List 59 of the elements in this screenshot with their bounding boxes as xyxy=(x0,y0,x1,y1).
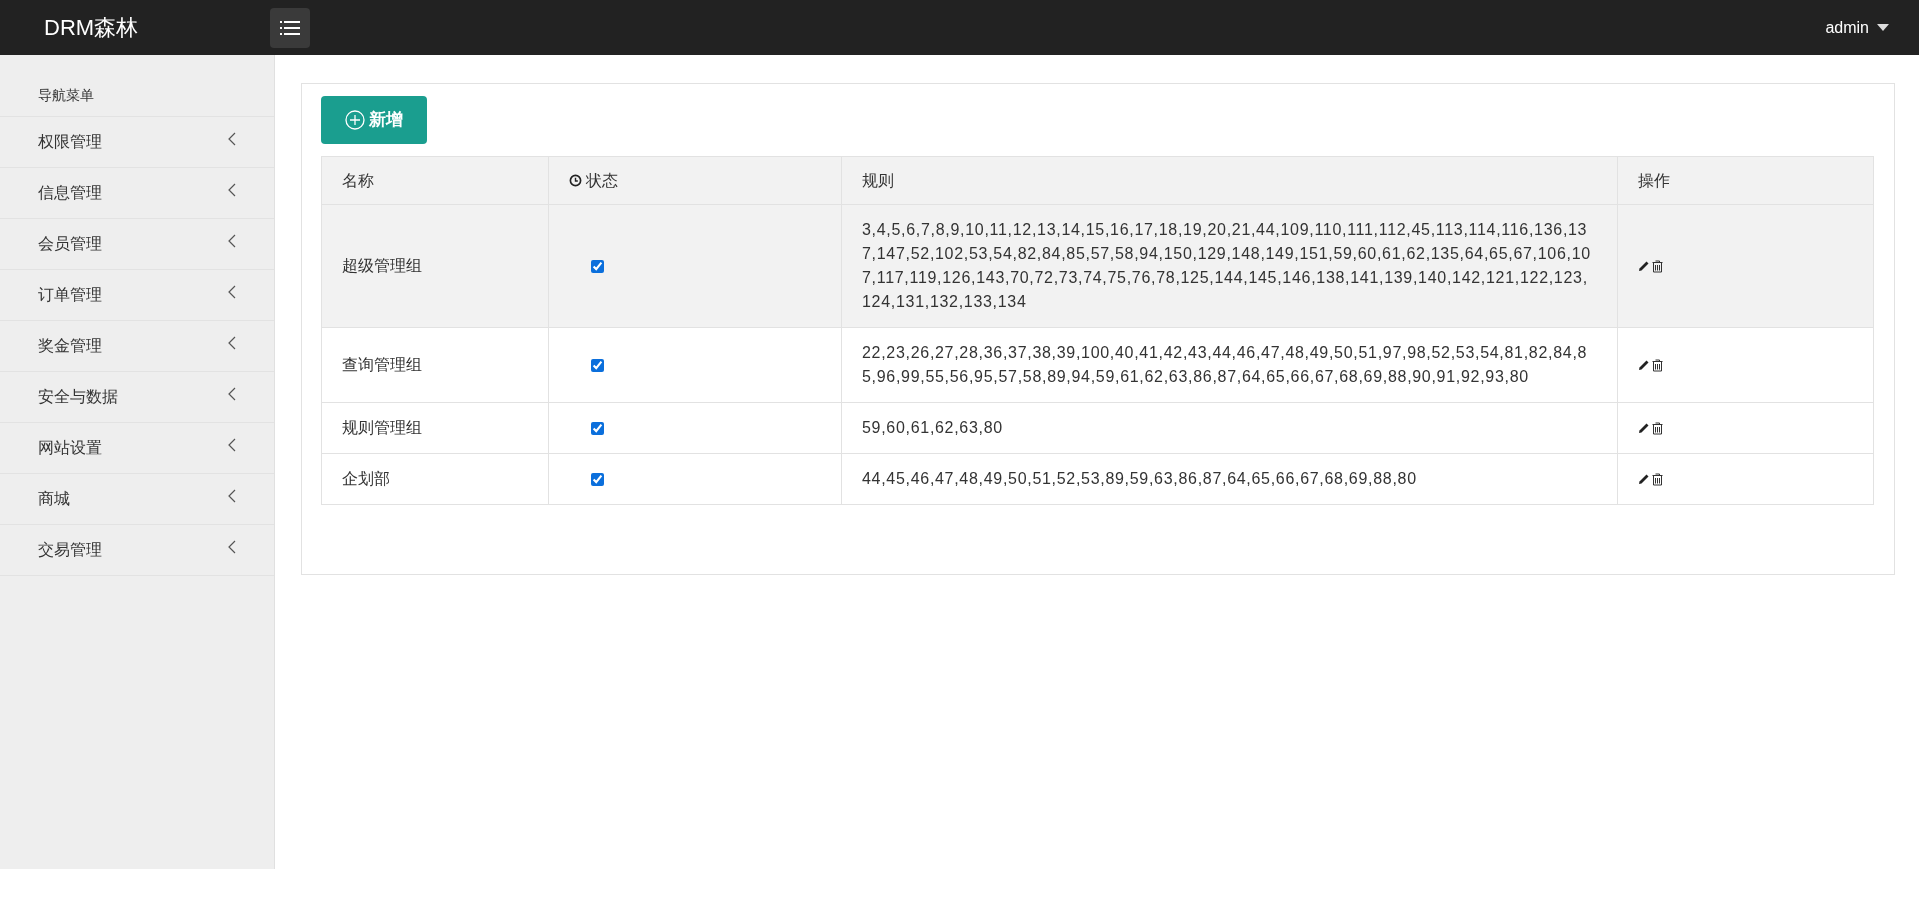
chevron-icon xyxy=(228,132,236,146)
column-header: 名称 xyxy=(321,156,549,205)
plus-circle-icon xyxy=(345,110,365,130)
sidebar-item[interactable]: 信息管理 xyxy=(0,168,274,219)
column-header: 操作 xyxy=(1617,156,1874,205)
sidebar-item-label: 安全与数据 xyxy=(38,387,118,407)
table-cell[interactable]: 超级管理组 xyxy=(321,204,549,328)
sidebar-item-label: 交易管理 xyxy=(38,540,102,560)
sidebar-item[interactable]: 奖金管理 xyxy=(0,321,274,372)
sidebar-title: 导航菜单 xyxy=(0,55,274,117)
pencil-icon[interactable] xyxy=(1638,260,1650,272)
sidebar-item-label: 网站设置 xyxy=(38,438,102,458)
sidebar-item-label: 订单管理 xyxy=(38,285,102,305)
caret-icon xyxy=(1877,24,1889,31)
pencil-icon[interactable] xyxy=(1638,473,1650,485)
chevron-icon xyxy=(228,183,236,197)
sidebar-item-label: 信息管理 xyxy=(38,183,102,203)
chevron-icon xyxy=(228,336,236,350)
clock-icon xyxy=(569,174,582,187)
sidebar-item-label: 奖金管理 xyxy=(38,336,102,356)
sidebar-item[interactable]: 安全与数据 xyxy=(0,372,274,423)
table-cell: 59,60,61,62,63,80 xyxy=(841,402,1618,454)
chevron-icon xyxy=(228,540,236,554)
chevron-icon xyxy=(228,489,236,503)
trash-icon[interactable] xyxy=(1652,259,1663,273)
user-menu[interactable]: admin xyxy=(1825,15,1889,40)
pencil-icon[interactable] xyxy=(1638,359,1650,371)
sidebar-item[interactable]: 订单管理 xyxy=(0,270,274,321)
table-cell[interactable]: 企划部 xyxy=(321,453,549,505)
sidebar-item[interactable]: 商城 xyxy=(0,474,274,525)
status-checkbox[interactable] xyxy=(591,260,604,274)
sidebar-item[interactable]: 会员管理 xyxy=(0,219,274,270)
column-header: 规则 xyxy=(841,156,1618,205)
chevron-icon xyxy=(228,285,236,299)
chevron-icon xyxy=(228,438,236,452)
pencil-icon[interactable] xyxy=(1638,422,1650,434)
sidebar-item[interactable]: 网站设置 xyxy=(0,423,274,474)
menu-icon xyxy=(280,20,300,35)
sidebar-item-label: 权限管理 xyxy=(38,132,102,152)
table-cell: 44,45,46,47,48,49,50,51,52,53,89,59,63,86,87,64,65,66,67,68,69,88,80 xyxy=(841,453,1618,505)
trash-icon[interactable] xyxy=(1652,358,1663,372)
trash-icon[interactable] xyxy=(1652,421,1663,435)
sidebar-item[interactable]: 交易管理 xyxy=(0,525,274,576)
status-checkbox[interactable] xyxy=(591,422,604,436)
table-cell: 3,4,5,6,7,8,9,10,11,12,13,14,15,16,17,18,19,20,21,44,109,110,111,112,45,113,114,116,136,137,147,52,102,53,54,82,84,85,57,58,94,150,129,148,149,151,59,60,61,62,135,64,65,67,106,107,117,119,126,143,70,72,73,74,75,76,78,125,144,145,146,138,141,139,140,142,121,122,123,124,131,132,133,134 xyxy=(841,204,1618,328)
table-cell: 22,23,26,27,28,36,37,38,39,100,40,41,42,43,44,46,47,48,49,50,51,97,98,52,53,54,81,82,84,85,96,99,55,56,95,57,58,89,94,59,61,62,63,86,87,64,65,66,67,68,69,88,90,91,92,93,80 xyxy=(841,327,1618,403)
table-cell[interactable]: 规则管理组 xyxy=(321,402,549,454)
menu-toggle-button[interactable] xyxy=(270,7,310,48)
chevron-icon xyxy=(228,234,236,248)
column-header-label: 状态 xyxy=(586,170,618,191)
sidebar-item[interactable]: 权限管理 xyxy=(0,117,274,168)
sidebar-item-label: 商城 xyxy=(38,489,70,509)
brand-title: DRM森林 xyxy=(44,14,140,42)
table-cell[interactable]: 查询管理组 xyxy=(321,327,549,403)
status-checkbox[interactable] xyxy=(591,473,604,487)
sidebar-item-label: 会员管理 xyxy=(38,234,102,254)
trash-icon[interactable] xyxy=(1652,472,1663,486)
status-checkbox[interactable] xyxy=(591,359,604,373)
chevron-icon xyxy=(228,387,236,401)
